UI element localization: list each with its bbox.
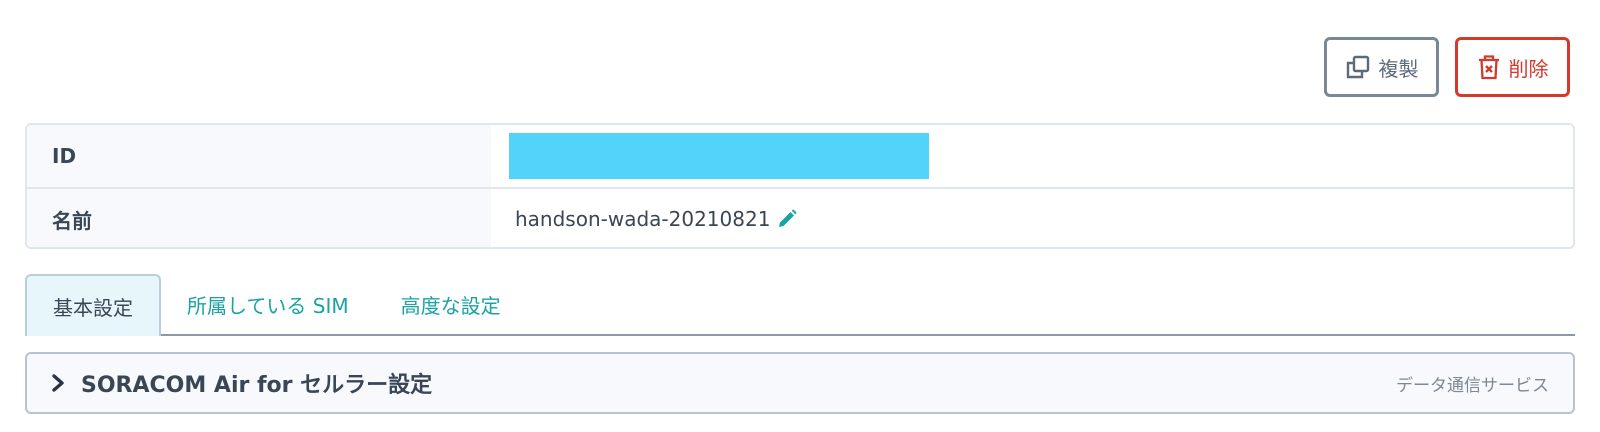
trash-icon	[1477, 54, 1501, 80]
chevron-right-icon	[51, 373, 65, 393]
tab-advanced-settings[interactable]: 高度な設定	[375, 274, 527, 334]
id-key: ID	[27, 125, 491, 187]
id-row: ID	[27, 125, 1573, 187]
tab-basic-settings[interactable]: 基本設定	[25, 274, 161, 336]
id-value-cell	[491, 125, 1573, 187]
group-detail-page: 複製 削除 ID 名前 handson-wada-20210821 基本設定 所…	[0, 0, 1600, 432]
duplicate-icon	[1345, 54, 1371, 80]
soracom-air-section-header[interactable]: SORACOM Air for セルラー設定 データ通信サービス	[25, 352, 1575, 414]
duplicate-button[interactable]: 複製	[1324, 37, 1439, 97]
action-bar: 複製 削除	[1324, 37, 1570, 97]
pencil-icon[interactable]	[776, 208, 798, 230]
tab-member-sims[interactable]: 所属している SIM	[161, 274, 375, 334]
name-value: handson-wada-20210821	[515, 207, 771, 231]
duplicate-label: 複製	[1378, 58, 1419, 81]
name-value-cell: handson-wada-20210821	[491, 189, 1573, 247]
section-subtitle: データ通信サービス	[1396, 375, 1549, 396]
name-key: 名前	[27, 189, 491, 247]
name-row: 名前 handson-wada-20210821	[27, 187, 1573, 247]
id-value-redacted	[509, 133, 929, 179]
section-title: SORACOM Air for セルラー設定	[81, 373, 433, 398]
group-info-table: ID 名前 handson-wada-20210821	[25, 123, 1575, 249]
tab-bar: 基本設定 所属している SIM 高度な設定	[25, 274, 1575, 336]
delete-label: 削除	[1508, 58, 1549, 81]
delete-button[interactable]: 削除	[1455, 37, 1570, 97]
